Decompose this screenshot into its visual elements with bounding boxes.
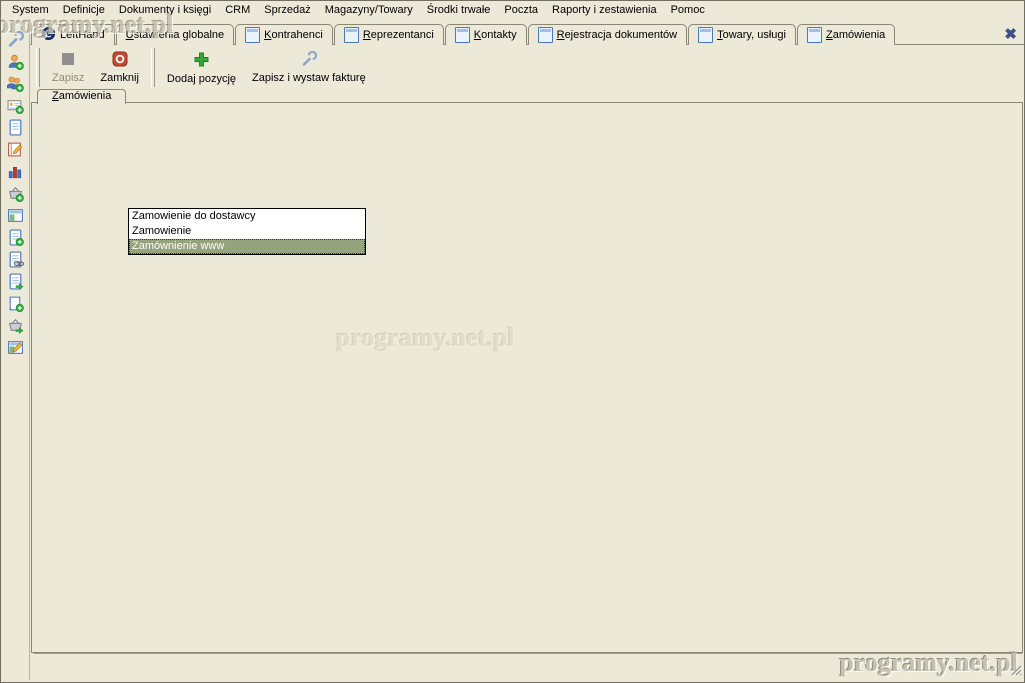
- tab-label: Rejestracja dokumentów: [557, 29, 677, 41]
- wrench-icon[interactable]: [5, 31, 26, 48]
- menu-item-system[interactable]: System: [5, 3, 56, 17]
- toolbar: Zapisz Zamknij Dodaj pozycję Zapisz i wy…: [32, 46, 374, 89]
- tab-kontakty[interactable]: Kontakty: [445, 24, 527, 45]
- tab-label: Towary, usługi: [717, 29, 786, 41]
- tabbar: LeftHand Ustawienia globalne Kontrahenci…: [31, 23, 896, 45]
- menu-item-poczta[interactable]: Poczta: [497, 3, 545, 17]
- inner-tab-zamowienia[interactable]: Zamówienia: [37, 89, 126, 104]
- tab-ustawienia-globalne[interactable]: Ustawienia globalne: [116, 24, 234, 45]
- tab-label: Kontrahenci: [264, 29, 323, 41]
- panel-view-icon[interactable]: [5, 207, 26, 224]
- toolbar-handle: [36, 48, 40, 87]
- resize-grip[interactable]: [1010, 664, 1022, 679]
- tab-towary-uslugi[interactable]: Towary, usługi: [688, 24, 796, 45]
- tab-reprezentanci[interactable]: Reprezentanci: [334, 24, 444, 45]
- typ-option-zamowienie[interactable]: Zamowienie: [129, 224, 365, 239]
- green-plus-icon: [193, 51, 210, 71]
- document-icon: [455, 27, 470, 43]
- add-scroll-icon[interactable]: [5, 295, 26, 312]
- close-button[interactable]: Zamknij: [92, 46, 147, 89]
- sidebar-toolbar: [1, 19, 30, 680]
- add-contact-icon[interactable]: [5, 53, 26, 70]
- tab-lefthand[interactable]: LeftHand: [31, 24, 115, 45]
- inner-tab-label: Zamówienia: [52, 90, 111, 103]
- save-label: Zapisz: [52, 72, 84, 84]
- menu-item-crm[interactable]: CRM: [218, 3, 257, 17]
- save-and-invoice-button[interactable]: Zapisz i wystaw fakturę: [244, 46, 374, 89]
- tab-label: LeftHand: [60, 29, 105, 41]
- export-basket-icon[interactable]: [5, 317, 26, 334]
- typ-option-zamowienie-www[interactable]: Zamównienie www: [129, 239, 365, 254]
- menu-item-srodki[interactable]: Środki trwałe: [420, 3, 498, 17]
- tab-label: Reprezentanci: [363, 29, 434, 41]
- chart-icon[interactable]: [5, 163, 26, 180]
- edit-journal-icon[interactable]: [5, 141, 26, 158]
- tab-label: Zamówienia: [826, 29, 885, 41]
- add-card-icon[interactable]: [5, 97, 26, 114]
- document-icon: [344, 27, 359, 43]
- add-item-label: Dodaj pozycję: [167, 73, 236, 85]
- menu-item-sprzedaz[interactable]: Sprzedaż: [257, 3, 317, 17]
- new-document-icon[interactable]: [5, 119, 26, 136]
- tab-rejestracja-dokumentow[interactable]: Rejestracja dokumentów: [528, 24, 687, 45]
- add-document-icon[interactable]: [5, 229, 26, 246]
- tab-zamowienia[interactable]: Zamówienia: [797, 24, 895, 45]
- menu-item-dokumenty[interactable]: Dokumenty i księgi: [112, 3, 218, 17]
- document-icon: [538, 27, 553, 43]
- close-tab-icon[interactable]: ✖: [1004, 25, 1017, 43]
- typ-option-zamowienie-do-dostawcy[interactable]: Zamowienie do dostawcy: [129, 209, 365, 224]
- export-document-icon[interactable]: [5, 273, 26, 290]
- document-icon: [245, 27, 260, 43]
- document-icon: [698, 27, 713, 43]
- menu-item-definicje[interactable]: Definicje: [56, 3, 112, 17]
- order-form-panel: [31, 102, 1023, 653]
- add-contacts-icon[interactable]: [5, 75, 26, 92]
- save-button[interactable]: Zapisz: [44, 46, 92, 89]
- tab-label: Kontakty: [474, 29, 517, 41]
- link-document-icon[interactable]: [5, 251, 26, 268]
- toolbar-handle: [151, 48, 155, 87]
- tab-label: Ustawienia globalne: [126, 29, 224, 41]
- close-power-icon: [112, 51, 128, 70]
- typ-dropdown-list: Zamowienie do dostawcy Zamowienie Zamówn…: [128, 208, 366, 255]
- wrench-icon: [301, 51, 317, 70]
- tab-kontrahenci[interactable]: Kontrahenci: [235, 24, 333, 45]
- document-icon: [807, 27, 822, 43]
- close-label: Zamknij: [100, 72, 139, 84]
- menubar: System Definicje Dokumenty i księgi CRM …: [1, 1, 1025, 19]
- menu-item-magazyny[interactable]: Magazyny/Towary: [318, 3, 420, 17]
- add-item-button[interactable]: Dodaj pozycję: [159, 46, 244, 89]
- save-icon: [60, 51, 76, 70]
- lefthand-logo-icon: [41, 26, 56, 44]
- add-basket-icon[interactable]: [5, 185, 26, 202]
- application-window: System Definicje Dokumenty i księgi CRM …: [0, 0, 1025, 683]
- edit-panel-icon[interactable]: [5, 339, 26, 356]
- menu-item-pomoc[interactable]: Pomoc: [664, 3, 712, 17]
- menu-item-raporty[interactable]: Raporty i zestawienia: [545, 3, 664, 17]
- save-and-invoice-label: Zapisz i wystaw fakturę: [252, 72, 366, 84]
